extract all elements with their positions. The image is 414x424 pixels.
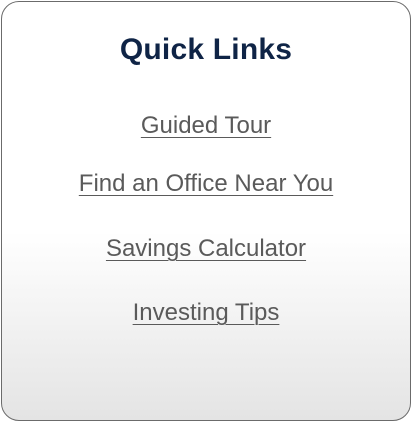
find-office-link[interactable]: Find an Office Near You bbox=[2, 169, 410, 199]
investing-tips-link[interactable]: Investing Tips bbox=[2, 298, 410, 328]
quick-links-panel: Quick Links Guided Tour Find an Office N… bbox=[1, 1, 411, 421]
panel-title: Quick Links bbox=[119, 33, 293, 66]
guided-tour-link[interactable]: Guided Tour bbox=[2, 111, 410, 141]
savings-calculator-link[interactable]: Savings Calculator bbox=[2, 234, 410, 264]
